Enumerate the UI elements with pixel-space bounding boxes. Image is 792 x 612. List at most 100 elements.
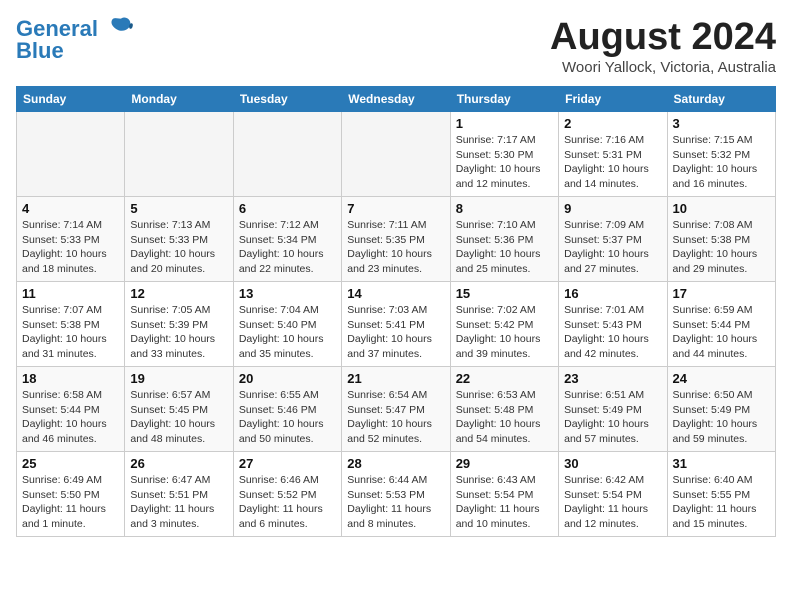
day-info: Sunrise: 7:01 AMSunset: 5:43 PMDaylight:…: [564, 303, 661, 362]
day-info: Sunrise: 6:47 AMSunset: 5:51 PMDaylight:…: [130, 473, 227, 532]
day-info: Sunrise: 6:51 AMSunset: 5:49 PMDaylight:…: [564, 388, 661, 447]
header-tuesday: Tuesday: [233, 87, 341, 112]
logo-bird-icon: [102, 16, 134, 42]
day-info: Sunrise: 6:49 AMSunset: 5:50 PMDaylight:…: [22, 473, 119, 532]
day-info: Sunrise: 7:14 AMSunset: 5:33 PMDaylight:…: [22, 218, 119, 277]
day-info: Sunrise: 7:08 AMSunset: 5:38 PMDaylight:…: [673, 218, 770, 277]
day-cell-20-2: 20Sunrise: 6:55 AMSunset: 5:46 PMDayligh…: [233, 367, 341, 452]
day-cell-17-6: 17Sunrise: 6:59 AMSunset: 5:44 PMDayligh…: [667, 282, 775, 367]
day-cell-empty-2: [233, 112, 341, 197]
day-number: 7: [347, 201, 444, 216]
day-info: Sunrise: 7:11 AMSunset: 5:35 PMDaylight:…: [347, 218, 444, 277]
day-info: Sunrise: 7:12 AMSunset: 5:34 PMDaylight:…: [239, 218, 336, 277]
day-info: Sunrise: 6:54 AMSunset: 5:47 PMDaylight:…: [347, 388, 444, 447]
week-row-4: 18 Sunrise: 6:58 AMSunset: 5:44 PMDayligh…: [17, 367, 776, 452]
day-info: Sunrise: 7:05 AMSunset: 5:39 PMDaylight:…: [130, 303, 227, 362]
day-cell-13-2: 13 Sunrise: 7:04 AMSunset: 5:40 PMDayligh…: [233, 282, 341, 367]
day-number: 28: [347, 456, 444, 471]
day-cell-25-0: 25 Sunrise: 6:49 AMSunset: 5:50 PMDayligh…: [17, 452, 125, 537]
logo: General Blue: [16, 16, 134, 64]
day-number: 15: [456, 286, 553, 301]
day-info: Sunrise: 7:04 AMSunset: 5:40 PMDaylight:…: [239, 303, 336, 362]
logo-blue: Blue: [16, 38, 64, 64]
day-cell-26-1: 26Sunrise: 6:47 AMSunset: 5:51 PMDayligh…: [125, 452, 233, 537]
day-info: Sunrise: 6:53 AMSunset: 5:48 PMDaylight:…: [456, 388, 553, 447]
day-number: 21: [347, 371, 444, 386]
day-cell-31-6: 31Sunrise: 6:40 AMSunset: 5:55 PMDayligh…: [667, 452, 775, 537]
day-number: 24: [673, 371, 770, 386]
week-row-1: 1Sunrise: 7:17 AMSunset: 5:30 PMDaylight…: [17, 112, 776, 197]
month-year: August 2024: [550, 16, 776, 59]
day-number: 9: [564, 201, 661, 216]
day-info: Sunrise: 7:09 AMSunset: 5:37 PMDaylight:…: [564, 218, 661, 277]
day-number: 18: [22, 371, 119, 386]
day-cell-6-2: 6 Sunrise: 7:12 AMSunset: 5:34 PMDaylight…: [233, 197, 341, 282]
day-info: Sunrise: 6:43 AMSunset: 5:54 PMDaylight:…: [456, 473, 553, 532]
day-info: Sunrise: 7:07 AMSunset: 5:38 PMDaylight:…: [22, 303, 119, 362]
day-info: Sunrise: 6:59 AMSunset: 5:44 PMDaylight:…: [673, 303, 770, 362]
day-number: 12: [130, 286, 227, 301]
day-number: 13: [239, 286, 336, 301]
day-cell-15-4: 15 Sunrise: 7:02 AMSunset: 5:42 PMDayligh…: [450, 282, 558, 367]
day-cell-14-3: 14Sunrise: 7:03 AMSunset: 5:41 PMDayligh…: [342, 282, 450, 367]
header-friday: Friday: [559, 87, 667, 112]
header-saturday: Saturday: [667, 87, 775, 112]
day-number: 5: [130, 201, 227, 216]
day-info: Sunrise: 6:50 AMSunset: 5:49 PMDaylight:…: [673, 388, 770, 447]
day-cell-8-4: 8Sunrise: 7:10 AMSunset: 5:36 PMDaylight…: [450, 197, 558, 282]
day-number: 23: [564, 371, 661, 386]
day-info: Sunrise: 7:15 AMSunset: 5:32 PMDaylight:…: [673, 133, 770, 192]
day-number: 6: [239, 201, 336, 216]
day-number: 10: [673, 201, 770, 216]
day-cell-11-0: 11 Sunrise: 7:07 AMSunset: 5:38 PMDayligh…: [17, 282, 125, 367]
day-cell-4-0: 4Sunrise: 7:14 AMSunset: 5:33 PMDaylight…: [17, 197, 125, 282]
day-cell-29-4: 29 Sunrise: 6:43 AMSunset: 5:54 PMDayligh…: [450, 452, 558, 537]
day-cell-12-1: 12 Sunrise: 7:05 AMSunset: 5:39 PMDayligh…: [125, 282, 233, 367]
day-info: Sunrise: 6:57 AMSunset: 5:45 PMDaylight:…: [130, 388, 227, 447]
day-cell-2-5: 2Sunrise: 7:16 AMSunset: 5:31 PMDaylight…: [559, 112, 667, 197]
day-number: 11: [22, 286, 119, 301]
calendar: SundayMondayTuesdayWednesdayThursdayFrid…: [16, 86, 776, 537]
day-cell-18-0: 18 Sunrise: 6:58 AMSunset: 5:44 PMDayligh…: [17, 367, 125, 452]
day-cell-10-6: 10 Sunrise: 7:08 AMSunset: 5:38 PMDayligh…: [667, 197, 775, 282]
day-cell-24-6: 24 Sunrise: 6:50 AMSunset: 5:49 PMDayligh…: [667, 367, 775, 452]
day-number: 20: [239, 371, 336, 386]
day-number: 29: [456, 456, 553, 471]
header-thursday: Thursday: [450, 87, 558, 112]
day-number: 27: [239, 456, 336, 471]
day-number: 31: [673, 456, 770, 471]
day-info: Sunrise: 7:02 AMSunset: 5:42 PMDaylight:…: [456, 303, 553, 362]
day-number: 2: [564, 116, 661, 131]
day-number: 3: [673, 116, 770, 131]
day-info: Sunrise: 6:42 AMSunset: 5:54 PMDaylight:…: [564, 473, 661, 532]
day-info: Sunrise: 7:17 AMSunset: 5:30 PMDaylight:…: [456, 133, 553, 192]
day-cell-22-4: 22Sunrise: 6:53 AMSunset: 5:48 PMDayligh…: [450, 367, 558, 452]
day-cell-5-1: 5 Sunrise: 7:13 AMSunset: 5:33 PMDaylight…: [125, 197, 233, 282]
header: General Blue August 2024 Woori Yallock, …: [16, 16, 776, 76]
day-number: 16: [564, 286, 661, 301]
day-cell-empty-1: [125, 112, 233, 197]
day-cell-3-6: 3 Sunrise: 7:15 AMSunset: 5:32 PMDaylight…: [667, 112, 775, 197]
day-info: Sunrise: 7:13 AMSunset: 5:33 PMDaylight:…: [130, 218, 227, 277]
calendar-header-row: SundayMondayTuesdayWednesdayThursdayFrid…: [17, 87, 776, 112]
day-cell-19-1: 19 Sunrise: 6:57 AMSunset: 5:45 PMDayligh…: [125, 367, 233, 452]
header-sunday: Sunday: [17, 87, 125, 112]
week-row-5: 25 Sunrise: 6:49 AMSunset: 5:50 PMDayligh…: [17, 452, 776, 537]
header-wednesday: Wednesday: [342, 87, 450, 112]
day-cell-16-5: 16 Sunrise: 7:01 AMSunset: 5:43 PMDayligh…: [559, 282, 667, 367]
day-cell-30-5: 30 Sunrise: 6:42 AMSunset: 5:54 PMDayligh…: [559, 452, 667, 537]
day-number: 14: [347, 286, 444, 301]
day-number: 25: [22, 456, 119, 471]
day-cell-27-2: 27Sunrise: 6:46 AMSunset: 5:52 PMDayligh…: [233, 452, 341, 537]
day-number: 19: [130, 371, 227, 386]
day-info: Sunrise: 6:44 AMSunset: 5:53 PMDaylight:…: [347, 473, 444, 532]
week-row-3: 11 Sunrise: 7:07 AMSunset: 5:38 PMDayligh…: [17, 282, 776, 367]
day-cell-28-3: 28 Sunrise: 6:44 AMSunset: 5:53 PMDayligh…: [342, 452, 450, 537]
day-number: 30: [564, 456, 661, 471]
day-info: Sunrise: 7:10 AMSunset: 5:36 PMDaylight:…: [456, 218, 553, 277]
title-area: August 2024 Woori Yallock, Victoria, Aus…: [550, 16, 776, 76]
location: Woori Yallock, Victoria, Australia: [550, 59, 776, 76]
day-cell-23-5: 23 Sunrise: 6:51 AMSunset: 5:49 PMDayligh…: [559, 367, 667, 452]
day-cell-empty-3: [342, 112, 450, 197]
day-info: Sunrise: 6:58 AMSunset: 5:44 PMDaylight:…: [22, 388, 119, 447]
